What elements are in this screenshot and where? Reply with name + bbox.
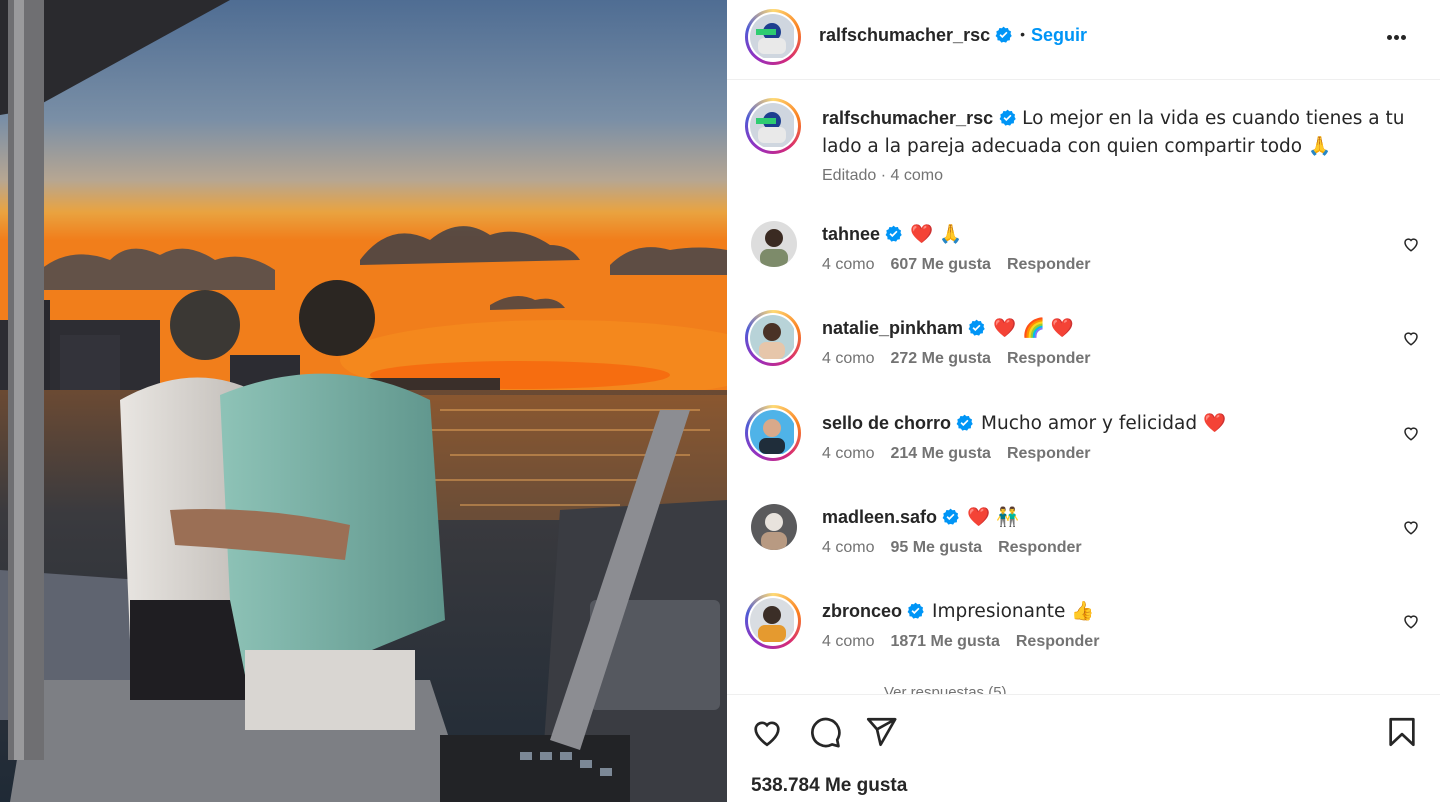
reply-button[interactable]: Responder [1007, 256, 1091, 273]
caption-meta: Editado · 4 como [822, 167, 943, 185]
comment-likes[interactable]: 95 Me gusta [890, 539, 982, 556]
comment-time: 4 como [822, 633, 875, 650]
comment-item: zbronceo Impresionante 👍 4 como 1871 Me gu… [727, 593, 1440, 692]
verified-badge-icon [956, 414, 973, 431]
commenter-avatar[interactable] [751, 221, 797, 267]
comment-likes[interactable]: 1871 Me gusta [890, 633, 999, 650]
comment-like-heart-icon[interactable] [1402, 235, 1420, 253]
comment-text: ❤️ 👬 [967, 507, 1019, 528]
comment-likes[interactable]: 272 Me gusta [890, 350, 990, 367]
verified-badge-icon [942, 508, 959, 525]
comment-item: natalie_pinkham ❤️ 🌈 ❤️ 4 como 272 Me gust… [727, 310, 1440, 409]
heart-icon[interactable] [750, 715, 784, 749]
commenter-avatar[interactable] [745, 593, 801, 649]
commenter-username[interactable]: madleen.safo [822, 507, 937, 527]
post-side-panel: ralfschumacher_rsc • Seguir ralfschumacher… [727, 0, 1440, 802]
caption-time: · 4 como [880, 167, 943, 184]
comment-item: sello de chorro Mucho amor y felicidad ❤️… [727, 405, 1440, 504]
verified-badge-icon [999, 109, 1016, 126]
verified-badge-icon [995, 26, 1012, 43]
comment-time: 4 como [822, 445, 875, 462]
author-username[interactable]: ralfschumacher_rsc [819, 25, 990, 45]
comment-time: 4 como [822, 539, 875, 556]
comment-time: 4 como [822, 256, 875, 273]
comment-icon[interactable] [808, 715, 842, 749]
reply-button[interactable]: Responder [1007, 350, 1091, 367]
sunset-boat-photo [0, 0, 727, 802]
comment-like-heart-icon[interactable] [1402, 612, 1420, 630]
comment-likes[interactable]: 214 Me gusta [890, 445, 990, 462]
verified-badge-icon [968, 319, 985, 336]
verified-badge-icon [885, 225, 902, 242]
post-likes-count[interactable]: 538.784 Me gusta [751, 775, 907, 797]
commenter-username[interactable]: natalie_pinkham [822, 318, 963, 338]
more-options-icon[interactable] [1386, 26, 1414, 50]
comment-like-heart-icon[interactable] [1402, 518, 1420, 536]
comment-text: Mucho amor y felicidad ❤️ [981, 413, 1227, 434]
post-actions-bar: 538.784 Me gusta [727, 694, 1440, 802]
post-caption: ralfschumacher_rsc Lo mejor en la vida es… [822, 104, 1412, 160]
comment-like-heart-icon[interactable] [1402, 424, 1420, 442]
caption-author-avatar[interactable] [745, 98, 801, 154]
commenter-avatar[interactable] [745, 310, 801, 366]
reply-button[interactable]: Responder [998, 539, 1082, 556]
commenter-avatar[interactable] [751, 504, 797, 550]
comment-like-heart-icon[interactable] [1402, 329, 1420, 347]
comment-text: ❤️ 🌈 ❤️ [993, 318, 1074, 339]
caption-username[interactable]: ralfschumacher_rsc [822, 108, 993, 128]
share-icon[interactable] [864, 715, 898, 749]
commenter-username[interactable]: tahnee [822, 224, 880, 244]
author-avatar[interactable] [745, 9, 801, 65]
edited-label: Editado [822, 167, 877, 184]
comment-text: Impresionante 👍 [932, 601, 1095, 622]
see-replies-link[interactable]: Ver respuestas (5) [884, 684, 1007, 694]
post-header: ralfschumacher_rsc • Seguir [727, 0, 1440, 80]
comment-item: madleen.safo ❤️ 👬 4 como 95 Me gusta Respon… [727, 504, 1440, 598]
commenter-avatar[interactable] [745, 405, 801, 461]
comment-likes[interactable]: 607 Me gusta [890, 256, 990, 273]
bookmark-icon[interactable] [1385, 715, 1419, 749]
comment-item: tahnee ❤️ 🙏 4 como 607 Me gusta Responder [727, 221, 1440, 315]
verified-badge-icon [907, 602, 924, 619]
post-photo [0, 0, 727, 802]
comment-text: ❤️ 🙏 [910, 224, 962, 245]
follow-button[interactable]: Seguir [1031, 25, 1087, 45]
comment-time: 4 como [822, 350, 875, 367]
commenter-username[interactable]: zbronceo [822, 601, 902, 621]
separator-dot: • [1020, 26, 1026, 42]
commenter-username[interactable]: sello de chorro [822, 413, 951, 433]
reply-button[interactable]: Responder [1007, 445, 1091, 462]
reply-button[interactable]: Responder [1016, 633, 1100, 650]
